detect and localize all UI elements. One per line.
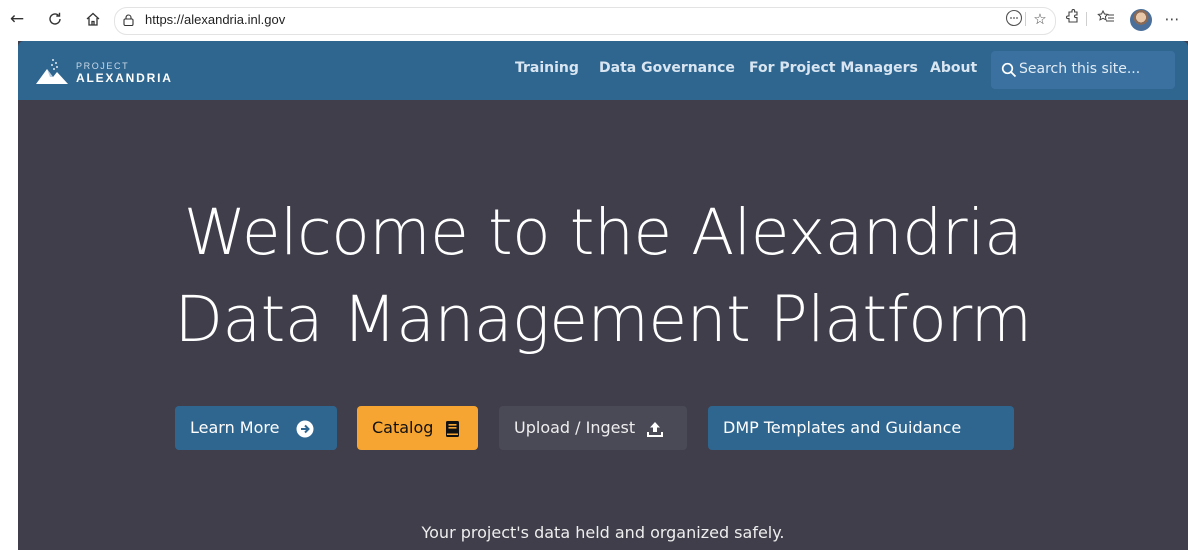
search-icon — [1001, 62, 1017, 78]
favorites-list-icon[interactable] — [1096, 9, 1116, 29]
lock-icon — [123, 14, 134, 26]
site-header: PROJECT ALEXANDRIA Training Data Governa… — [18, 41, 1188, 100]
nav-about[interactable]: About — [930, 60, 977, 76]
learn-more-button[interactable]: Learn More — [175, 406, 337, 450]
nav-for-project-managers[interactable]: For Project Managers — [749, 60, 918, 76]
project-alexandria-logo[interactable]: PROJECT ALEXANDRIA — [34, 57, 194, 89]
hero-title-line1: Welcome to the Alexandria — [183, 196, 1023, 269]
catalog-label: Catalog — [372, 418, 434, 437]
dmp-templates-button[interactable]: DMP Templates and Guidance — [708, 406, 1014, 450]
nav-data-governance[interactable]: Data Governance — [599, 60, 735, 76]
profile-avatar[interactable] — [1130, 9, 1152, 31]
reload-icon[interactable] — [44, 8, 66, 30]
address-bar[interactable]: https://alexandria.inl.gov — [114, 7, 1056, 35]
url-text: https://alexandria.inl.gov — [145, 12, 286, 27]
dmp-templates-label: DMP Templates and Guidance — [723, 418, 962, 437]
extensions-icon[interactable] — [1062, 9, 1082, 29]
home-icon[interactable] — [82, 8, 104, 30]
logo-mark-icon — [36, 59, 68, 84]
upload-ingest-label: Upload / Ingest — [514, 418, 636, 437]
search-input[interactable]: Search this site... — [991, 51, 1175, 89]
tagline: Your project's data held and organized s… — [421, 523, 785, 542]
search-placeholder: Search this site... — [1019, 61, 1141, 77]
arrow-circle-right-icon — [296, 420, 314, 437]
reader-icon[interactable] — [1004, 9, 1024, 29]
back-arrow-icon[interactable]: ← — [6, 8, 28, 30]
browser-toolbar: ← https://alexandria.inl.gov ☆ ⋯ — [0, 0, 1188, 38]
favorite-star-icon[interactable]: ☆ — [1030, 9, 1050, 29]
hero-title: Welcome to the Alexandria Data Managemen… — [18, 189, 1188, 363]
more-menu-icon[interactable]: ⋯ — [1162, 9, 1182, 29]
upload-ingest-button[interactable]: Upload / Ingest — [499, 406, 687, 450]
learn-more-label: Learn More — [190, 418, 280, 437]
upload-icon — [647, 421, 664, 437]
nav-training[interactable]: Training — [515, 60, 579, 76]
logo-small-text: PROJECT — [76, 61, 130, 71]
book-icon — [445, 420, 459, 437]
catalog-button[interactable]: Catalog — [357, 406, 478, 450]
hero-title-line2: Data Management Platform — [174, 283, 1033, 356]
site-page: PROJECT ALEXANDRIA Training Data Governa… — [18, 41, 1188, 550]
logo-big-text: ALEXANDRIA — [76, 71, 173, 85]
